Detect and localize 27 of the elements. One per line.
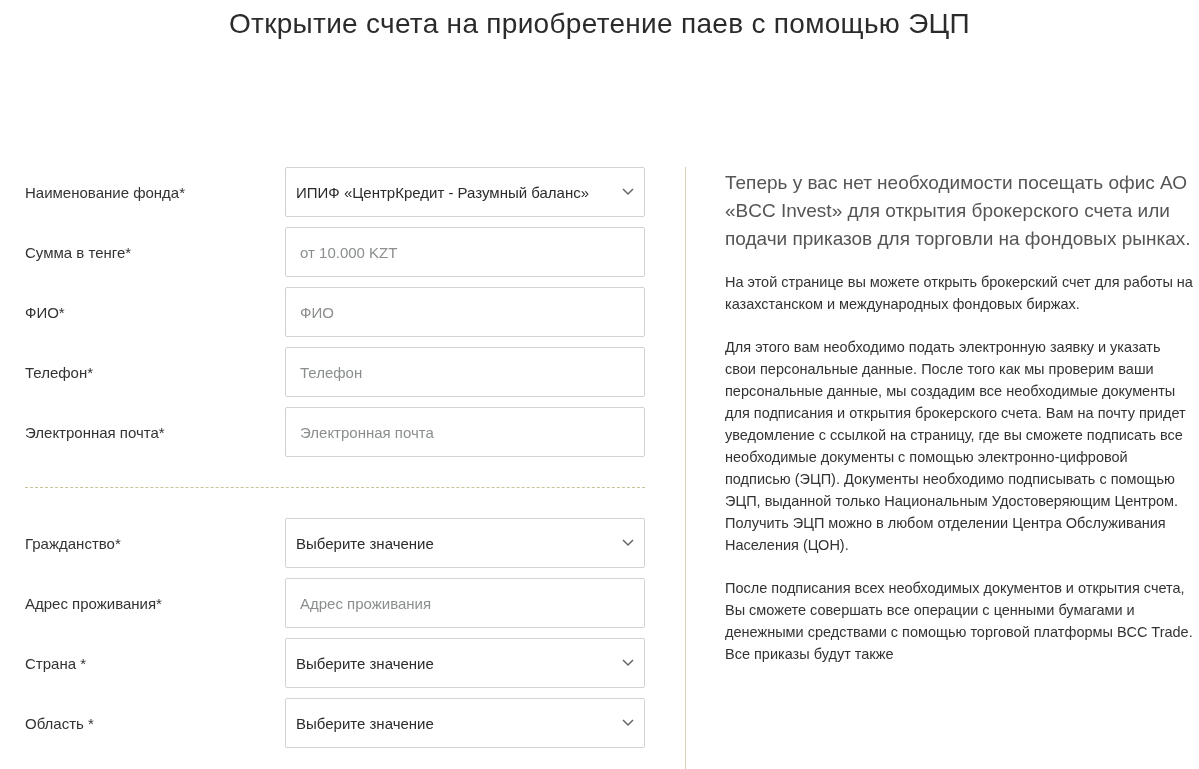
input-field[interactable]: Телефон xyxy=(285,347,645,397)
select-field[interactable]: Выберите значение xyxy=(285,698,645,748)
input-field[interactable]: Электронная почта xyxy=(285,407,645,457)
input-field[interactable]: ФИО xyxy=(285,287,645,337)
field-label: Адрес проживания* xyxy=(25,594,163,612)
chevron-down-icon xyxy=(622,539,634,547)
field-label: Телефон* xyxy=(25,363,95,381)
field-label: Электронная почта* xyxy=(25,423,166,441)
field-label: Наименование фонда* xyxy=(25,183,187,201)
select-field[interactable]: ИПИФ «ЦентрКредит - Разумный баланс» xyxy=(285,167,645,217)
info-paragraph: Для этого вам необходимо подать электронную заявку и указать свои персональные данные. После того как мы проверим ваши персональные данные, мы создадим все необходимые документы для подписания и открытия брокерского счета. Вам на почту придет уведомление с ссылкой на страницу, где вы сможете подписать все необходимые документы с помощью электронно-цифровой подписью (ЭЦП). Документы необходимо подписывать с помощью ЭЦП, выданной только Национальным Удостоверяющим Центром. Получить ЭЦП можно в любом отделении Центра Обслуживания Населения (ЦОН). xyxy=(725,338,1187,555)
info-paragraph: После подписания всех необходимых документов и открытия счета, Вы сможете совершать все операции с ценными бумагами и денежными средствами с помощью торговой платформы BCC Trade. Все приказы будут также xyxy=(725,579,1194,664)
intro-text: Теперь у вас нет необходимости посещать офис АО «BCC Invest» для открытия брокерского счета или подачи приказов для торговли на фондовых рынках. xyxy=(725,171,1192,251)
field-label: Страна * xyxy=(25,654,88,672)
chevron-down-icon xyxy=(622,188,634,196)
select-field[interactable]: Выберите значение xyxy=(285,638,645,688)
field-label: Область * xyxy=(25,714,95,732)
info-paragraph: На этой странице вы можете открыть брокерский счет для работы на казахстанском и международных фондовых биржах. xyxy=(725,273,1194,314)
field-label: ФИО* xyxy=(25,303,66,321)
chevron-down-icon xyxy=(622,719,634,727)
field-label: Гражданство* xyxy=(25,534,122,552)
page-title: Открытие счета на приобретение паев с помощью ЭЦП xyxy=(227,7,972,41)
chevron-down-icon xyxy=(622,659,634,667)
field-label: Сумма в тенге* xyxy=(25,243,133,261)
input-field[interactable]: от 10.000 KZT xyxy=(285,227,645,277)
input-field[interactable]: Адрес проживания xyxy=(285,578,645,628)
select-field[interactable]: Выберите значение xyxy=(285,518,645,568)
